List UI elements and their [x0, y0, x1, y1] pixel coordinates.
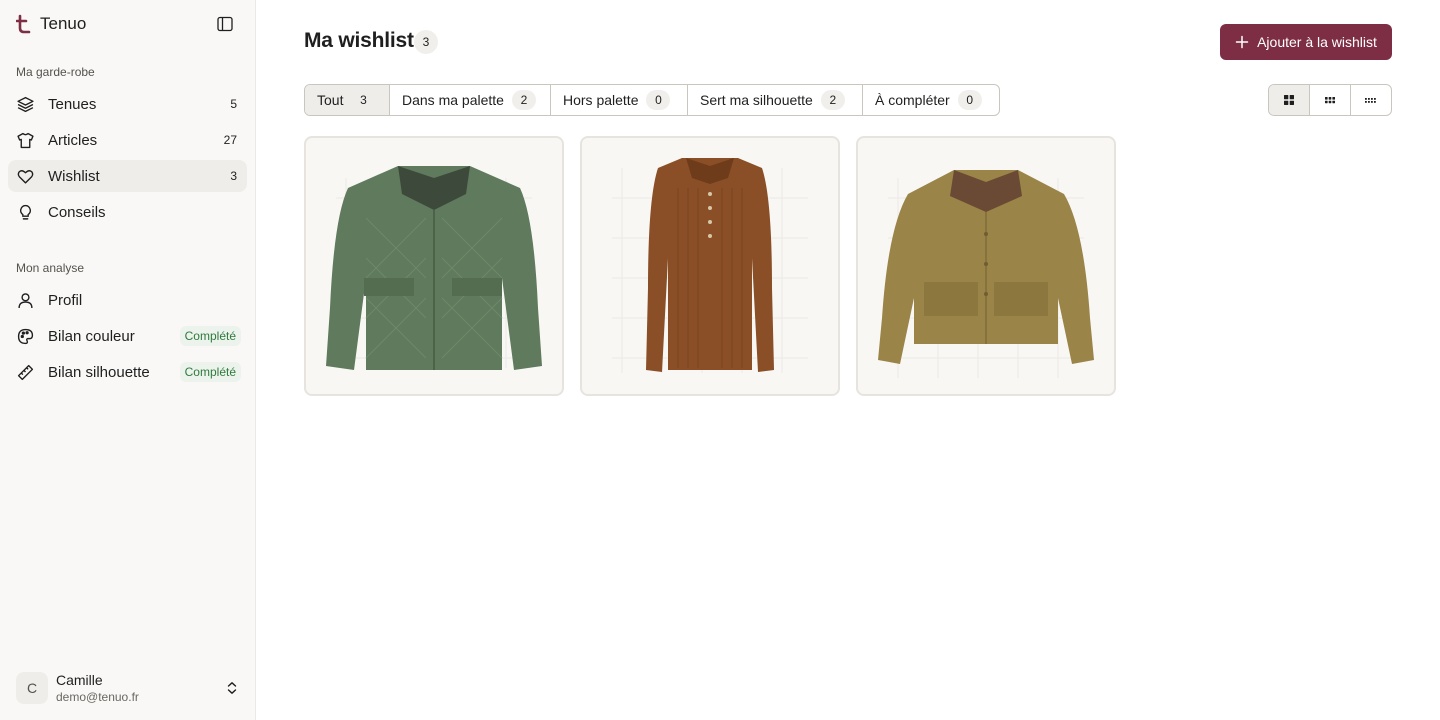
filter-count: 2: [511, 90, 536, 110]
sidebar: Tenuo Ma garde-robe Tenues 5 Articles 27…: [0, 0, 256, 720]
view-toggle: [1268, 84, 1392, 116]
user-menu[interactable]: C Camille demo@tenuo.fr: [16, 670, 246, 706]
sidebar-item-label: Bilan couleur: [48, 327, 135, 345]
view-small-grid-button[interactable]: [1310, 85, 1351, 115]
sidebar-item-wishlist[interactable]: Wishlist 3: [8, 160, 247, 192]
section-label-analysis: Mon analyse: [16, 261, 85, 275]
brand[interactable]: Tenuo: [16, 12, 86, 36]
sidebar-item-label: Articles: [48, 131, 98, 149]
sidebar-item-articles[interactable]: Articles 27: [8, 124, 247, 156]
layers-icon: [16, 95, 34, 113]
plus-icon: [1235, 35, 1249, 49]
add-to-wishlist-button[interactable]: Ajouter à la wishlist: [1220, 24, 1392, 60]
grid-compact-icon: [1365, 98, 1376, 103]
filter-label: Sert ma silhouette: [700, 92, 813, 108]
ribbed-sweater-image: [612, 158, 808, 373]
filter-count: 0: [957, 90, 982, 110]
filter-label: À compléter: [875, 92, 950, 108]
filter-hors-palette[interactable]: Hors palette 0: [551, 85, 688, 115]
user-icon: [16, 291, 34, 309]
user-info: Camille demo@tenuo.fr: [56, 672, 224, 705]
quilted-jacket-image: [326, 166, 542, 370]
tenuo-logo-icon: [16, 14, 32, 34]
filter-count: 0: [646, 90, 671, 110]
user-email: demo@tenuo.fr: [56, 689, 139, 704]
brand-name: Tenuo: [40, 14, 87, 33]
view-compact-button[interactable]: [1351, 85, 1391, 115]
lightbulb-icon: [16, 203, 34, 221]
section-label-wardrobe: Ma garde-robe: [16, 65, 95, 79]
sidebar-item-tenues[interactable]: Tenues 5: [8, 88, 247, 120]
sidebar-item-label: Tenues: [48, 95, 97, 113]
status-badge: Complété: [179, 326, 241, 346]
status-badge: Complété: [179, 362, 241, 382]
sidebar-item-count: 27: [223, 133, 237, 147]
sidebar-item-label: Bilan silhouette: [48, 363, 150, 381]
sidebar-item-conseils[interactable]: Conseils: [8, 196, 247, 228]
filter-count: 2: [820, 90, 845, 110]
filter-a-completer[interactable]: À compléter 0: [863, 85, 999, 115]
grid-large-icon: [1284, 95, 1294, 105]
page-title: Ma wishlist: [304, 29, 414, 52]
sidebar-item-bilan-silhouette[interactable]: Bilan silhouette Complété: [8, 356, 247, 388]
avatar: C: [16, 672, 48, 704]
wishlist-card[interactable]: [304, 136, 564, 396]
sidebar-item-count: 3: [230, 169, 237, 183]
shirt-icon: [16, 131, 34, 149]
add-to-wishlist-label: Ajouter à la wishlist: [1257, 34, 1377, 50]
chevron-up-down-icon: [224, 680, 240, 696]
palette-icon: [16, 327, 34, 345]
heart-icon: [16, 167, 34, 185]
sidebar-item-label: Wishlist: [48, 167, 100, 185]
corduroy-jacket-image: [878, 170, 1094, 378]
filter-dans-ma-palette[interactable]: Dans ma palette 2: [390, 85, 551, 115]
view-large-grid-button[interactable]: [1269, 85, 1310, 115]
wishlist-card[interactable]: [580, 136, 840, 396]
wishlist-count-badge: 3: [414, 30, 438, 54]
user-name: Camille: [56, 671, 103, 688]
wishlist-card[interactable]: [856, 136, 1116, 396]
filter-sert-ma-silhouette[interactable]: Sert ma silhouette 2: [688, 85, 863, 115]
filter-tabs: Tout 3 Dans ma palette 2 Hors palette 0 …: [304, 84, 1000, 116]
sidebar-item-label: Profil: [48, 291, 83, 309]
filter-count: 3: [360, 93, 367, 107]
filter-label: Hors palette: [563, 92, 639, 108]
filter-label: Dans ma palette: [402, 92, 504, 108]
filter-label: Tout: [317, 92, 344, 108]
filter-tout[interactable]: Tout 3: [305, 85, 390, 115]
sidebar-item-count: 5: [230, 97, 237, 111]
sidebar-item-profil[interactable]: Profil: [8, 284, 247, 316]
sidebar-item-label: Conseils: [48, 203, 106, 221]
ruler-icon: [16, 363, 34, 381]
grid-small-icon: [1325, 97, 1335, 104]
sidebar-panel-icon: [217, 16, 233, 32]
sidebar-item-bilan-couleur[interactable]: Bilan couleur Complété: [8, 320, 247, 352]
sidebar-toggle-button[interactable]: [214, 13, 236, 35]
